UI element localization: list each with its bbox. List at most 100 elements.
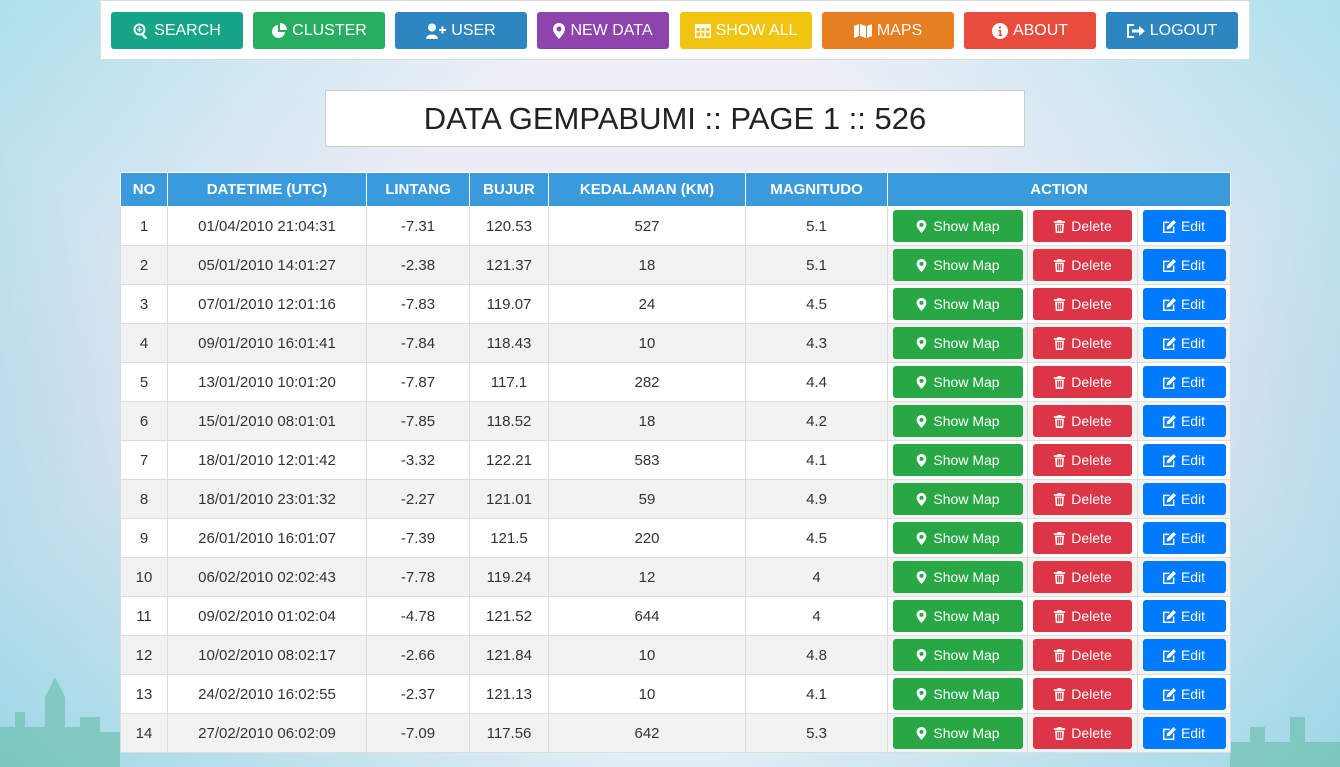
delete-button[interactable]: Delete: [1033, 522, 1132, 554]
table-row: 9 26/01/2010 16:01:07 -7.39 121.5 220 4.5 Show…: [120, 518, 1231, 558]
map-marker-icon: [917, 258, 927, 272]
delete-button[interactable]: Delete: [1033, 327, 1132, 359]
edit-icon: [1162, 492, 1176, 506]
edit-label: Edit: [1180, 335, 1206, 351]
cell-magnitudo: 4.9: [745, 479, 888, 519]
delete-button[interactable]: Delete: [1033, 210, 1132, 242]
cell-edit: Edit: [1137, 323, 1231, 363]
cell-no: 14: [120, 713, 168, 753]
delete-button[interactable]: Delete: [1033, 639, 1132, 671]
show-map-button[interactable]: Show Map: [892, 561, 1023, 593]
show-map-button[interactable]: Show Map: [892, 600, 1023, 632]
show-map-button[interactable]: Show Map: [892, 366, 1023, 398]
edit-button[interactable]: Edit: [1142, 561, 1226, 593]
edit-button[interactable]: Edit: [1142, 249, 1226, 281]
edit-label: Edit: [1180, 296, 1206, 312]
table-row: 6 15/01/2010 08:01:01 -7.85 118.52 18 4.2 Show…: [120, 401, 1231, 441]
show-map-button[interactable]: Show Map: [892, 639, 1023, 671]
new-data-button[interactable]: NEW DATA: [537, 12, 669, 49]
show-map-button[interactable]: Show Map: [892, 249, 1023, 281]
table-row: 13 24/02/2010 16:02:55 -2.37 121.13 10 4.1 Sho…: [120, 674, 1231, 714]
cell-magnitudo: 4.1: [745, 440, 888, 480]
show-map-button[interactable]: Show Map: [892, 717, 1023, 749]
cell-no: 6: [120, 401, 168, 441]
edit-button[interactable]: Edit: [1142, 405, 1226, 437]
cell-edit: Edit: [1137, 518, 1231, 558]
delete-label: Delete: [1071, 374, 1112, 390]
cell-kedalaman: 282: [548, 362, 746, 402]
trash-icon: [1054, 687, 1066, 701]
edit-button[interactable]: Edit: [1142, 483, 1226, 515]
header-kedalaman: KEDALAMAN (KM): [548, 172, 746, 207]
show-map-label: Show Map: [933, 257, 1000, 273]
table-row: 1 01/04/2010 21:04:31 -7.31 120.53 527 5.1 Sho…: [120, 206, 1231, 246]
cell-datetime: 15/01/2010 08:01:01: [167, 401, 367, 441]
cell-show-map: Show Map: [887, 596, 1028, 636]
delete-label: Delete: [1071, 569, 1112, 585]
delete-label: Delete: [1071, 413, 1112, 429]
edit-label: Edit: [1180, 569, 1206, 585]
edit-label: Edit: [1180, 218, 1206, 234]
show-map-label: Show Map: [933, 335, 1000, 351]
table-body: 1 01/04/2010 21:04:31 -7.31 120.53 527 5.1 Sho…: [120, 206, 1231, 753]
edit-button[interactable]: Edit: [1142, 678, 1226, 710]
cell-no: 1: [120, 206, 168, 246]
table-row: 5 13/01/2010 10:01:20 -7.87 117.1 282 4.4 Show…: [120, 362, 1231, 402]
user-button[interactable]: USER: [395, 12, 527, 49]
edit-button[interactable]: Edit: [1142, 210, 1226, 242]
edit-button[interactable]: Edit: [1142, 327, 1226, 359]
cluster-button[interactable]: CLUSTER: [253, 12, 385, 49]
edit-button[interactable]: Edit: [1142, 288, 1226, 320]
show-map-button[interactable]: Show Map: [892, 522, 1023, 554]
trash-icon: [1054, 297, 1066, 311]
map-icon: [853, 23, 872, 38]
cell-kedalaman: 10: [548, 635, 746, 675]
edit-icon: [1162, 648, 1176, 662]
logout-button-label: LOGOUT: [1149, 21, 1218, 39]
new-data-button-label: NEW DATA: [570, 21, 653, 39]
cell-datetime: 05/01/2010 14:01:27: [167, 245, 367, 285]
search-button[interactable]: SEARCH: [111, 12, 243, 49]
delete-button[interactable]: Delete: [1033, 249, 1132, 281]
edit-icon: [1162, 453, 1176, 467]
cell-bujur: 121.5: [469, 518, 549, 558]
show-map-button[interactable]: Show Map: [892, 678, 1023, 710]
cell-lintang: -7.39: [366, 518, 470, 558]
edit-button[interactable]: Edit: [1142, 444, 1226, 476]
cell-bujur: 121.37: [469, 245, 549, 285]
delete-button[interactable]: Delete: [1033, 600, 1132, 632]
delete-button[interactable]: Delete: [1033, 405, 1132, 437]
cell-kedalaman: 18: [548, 401, 746, 441]
show-map-button[interactable]: Show Map: [892, 210, 1023, 242]
delete-button[interactable]: Delete: [1033, 444, 1132, 476]
delete-label: Delete: [1071, 608, 1112, 624]
show-map-button[interactable]: Show Map: [892, 327, 1023, 359]
show-map-button[interactable]: Show Map: [892, 405, 1023, 437]
delete-button[interactable]: Delete: [1033, 366, 1132, 398]
about-button[interactable]: ABOUT: [964, 12, 1096, 49]
delete-button[interactable]: Delete: [1033, 678, 1132, 710]
cell-datetime: 09/01/2010 16:01:41: [167, 323, 367, 363]
show-map-button[interactable]: Show Map: [892, 483, 1023, 515]
edit-button[interactable]: Edit: [1142, 522, 1226, 554]
logout-button[interactable]: LOGOUT: [1106, 12, 1238, 49]
show-map-label: Show Map: [933, 296, 1000, 312]
show-map-label: Show Map: [933, 491, 1000, 507]
edit-button[interactable]: Edit: [1142, 639, 1226, 671]
show-map-button[interactable]: Show Map: [892, 444, 1023, 476]
edit-label: Edit: [1180, 647, 1206, 663]
delete-button[interactable]: Delete: [1033, 561, 1132, 593]
delete-button[interactable]: Delete: [1033, 717, 1132, 749]
show-all-button[interactable]: SHOW ALL: [680, 12, 812, 49]
maps-button[interactable]: MAPS: [822, 12, 954, 49]
delete-button[interactable]: Delete: [1033, 483, 1132, 515]
edit-button[interactable]: Edit: [1142, 600, 1226, 632]
edit-button[interactable]: Edit: [1142, 366, 1226, 398]
map-marker-icon: [917, 414, 927, 428]
edit-button[interactable]: Edit: [1142, 717, 1226, 749]
cell-edit: Edit: [1137, 557, 1231, 597]
show-map-button[interactable]: Show Map: [892, 288, 1023, 320]
table-icon: [694, 23, 711, 38]
delete-button[interactable]: Delete: [1033, 288, 1132, 320]
cell-lintang: -7.31: [366, 206, 470, 246]
